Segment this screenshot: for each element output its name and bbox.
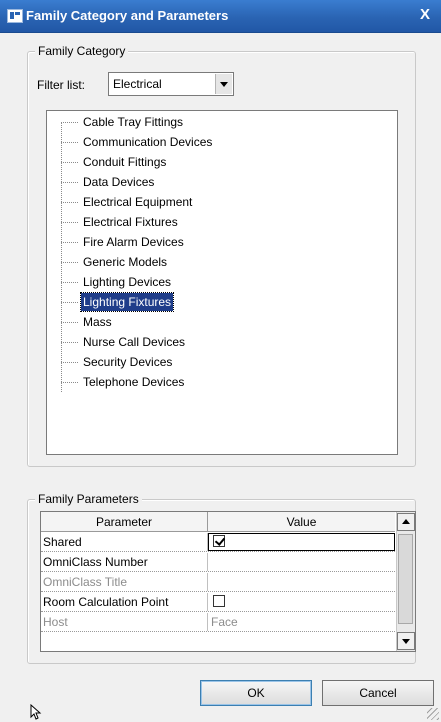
category-item-label: Data Devices (83, 175, 155, 189)
category-item-label: Electrical Fixtures (83, 215, 178, 229)
tree-branch (61, 282, 78, 283)
resize-grip-icon[interactable] (427, 708, 439, 720)
chevron-down-icon[interactable] (215, 74, 232, 94)
category-item-label: Lighting Devices (83, 275, 172, 289)
cancel-button[interactable]: Cancel (322, 680, 434, 706)
app-icon (7, 9, 23, 23)
parameter-value[interactable] (208, 533, 395, 551)
category-item-label: Telephone Devices (83, 375, 185, 389)
tree-branch (61, 342, 78, 343)
close-icon[interactable]: X (415, 5, 435, 25)
category-item-label: Fire Alarm Devices (83, 235, 184, 249)
tree-branch (61, 202, 78, 203)
parameter-value (208, 573, 395, 591)
category-tree[interactable]: Cable Tray Fittings Communication Devices… (46, 110, 398, 455)
tree-branch (61, 262, 78, 263)
category-item-label: Mass (83, 315, 112, 329)
column-header-parameter[interactable]: Parameter (41, 512, 208, 532)
category-item-label: Lighting Fixtures (79, 292, 175, 312)
parameter-name: Host (41, 613, 208, 631)
scroll-thumb[interactable] (398, 534, 413, 624)
parameter-value[interactable] (208, 553, 395, 571)
parameters-scrollbar[interactable] (396, 512, 415, 651)
category-item-label: Communication Devices (83, 135, 213, 149)
mouse-cursor-icon (30, 704, 42, 720)
ok-button[interactable]: OK (200, 680, 312, 706)
tree-branch (61, 382, 78, 383)
tree-branch (61, 362, 78, 363)
category-item-label: Cable Tray Fittings (83, 115, 184, 129)
table-row[interactable]: Host Face (41, 613, 395, 632)
tree-branch (61, 302, 78, 303)
scroll-down-icon[interactable] (397, 632, 415, 650)
filter-list-label: Filter list: (37, 78, 85, 92)
filter-list-dropdown[interactable]: Electrical (108, 72, 234, 96)
filter-list-value: Electrical (113, 77, 162, 91)
tree-branch (61, 222, 78, 223)
category-item-label: Nurse Call Devices (83, 335, 186, 349)
parameter-value[interactable] (208, 593, 395, 611)
category-item-label: Electrical Equipment (83, 195, 193, 209)
checked-checkbox[interactable] (213, 535, 225, 547)
parameter-name: Shared (41, 533, 208, 551)
table-row[interactable]: OmniClass Number (41, 553, 395, 572)
parameter-name: OmniClass Title (41, 573, 208, 591)
parameters-table[interactable]: Parameter Value Shared OmniClass Number Om… (40, 511, 416, 652)
parameter-name: Room Calculation Point (41, 593, 208, 611)
title-bar[interactable]: Family Category and Parameters X (0, 0, 441, 33)
window-title: Family Category and Parameters (26, 8, 229, 23)
parameter-name: OmniClass Number (41, 553, 208, 571)
table-row[interactable]: Room Calculation Point (41, 593, 395, 612)
category-item-label: Generic Models (83, 255, 168, 269)
scroll-up-icon[interactable] (397, 513, 415, 531)
family-category-label: Family Category (35, 44, 129, 58)
tree-branch (61, 122, 78, 123)
parameter-value: Face (211, 615, 238, 629)
family-parameters-label: Family Parameters (35, 492, 142, 506)
unchecked-checkbox[interactable] (213, 595, 225, 607)
table-row[interactable]: Shared (41, 533, 395, 552)
tree-branch (61, 242, 78, 243)
tree-branch (61, 162, 78, 163)
tree-branch (61, 322, 78, 323)
tree-branch (61, 142, 78, 143)
category-item-label: Conduit Fittings (83, 155, 167, 169)
category-item-label: Security Devices (83, 355, 173, 369)
table-row[interactable]: OmniClass Title (41, 573, 395, 592)
tree-branch (61, 182, 78, 183)
column-header-value[interactable]: Value (208, 512, 395, 532)
